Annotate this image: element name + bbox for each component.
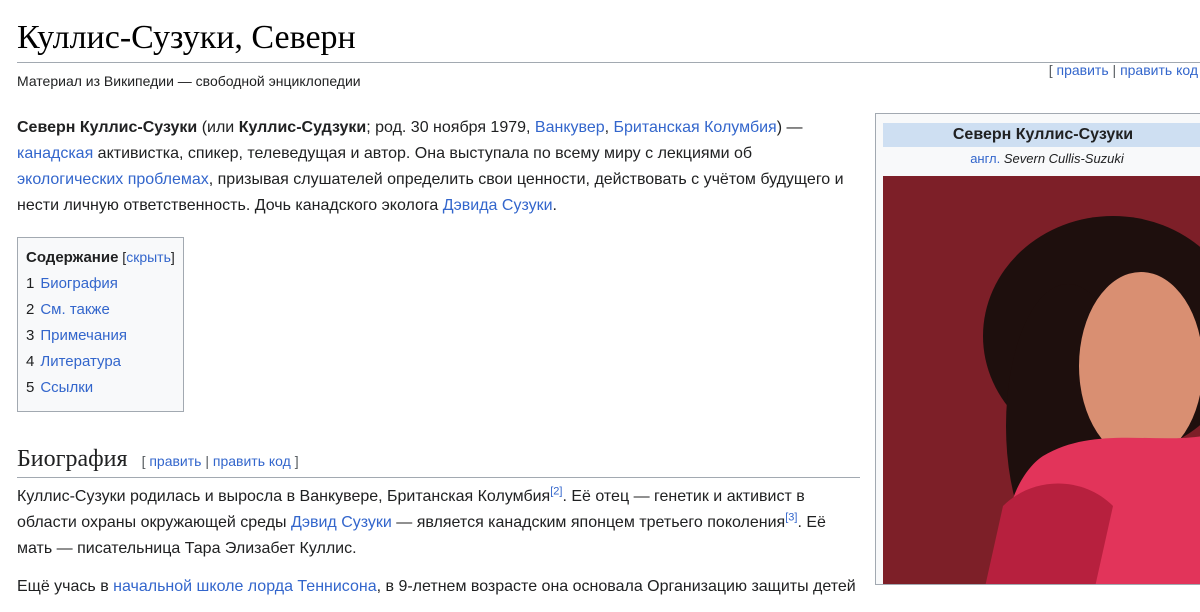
article-content: Северн Куллис-Сузуки (или Куллис-Судзуки… [17,115,860,612]
link-canadian[interactable]: канадская [17,145,93,162]
photo-face [1079,272,1200,460]
section-edit-links: [ править | править код ] [141,453,299,469]
subject-alt-name: Куллис-Судзуки [238,119,367,136]
lead-paragraph: Северн Куллис-Сузуки (или Куллис-Судзуки… [17,119,844,214]
toc-link-biography[interactable]: Биография [40,275,118,292]
infobox: Северн Куллис-Сузуки англ. Severn Cullis… [875,113,1200,585]
page-edit-links: [ править | править код [1048,62,1198,78]
toc-item[interactable]: 3 Примечания [26,323,175,349]
toc-hide-link[interactable]: скрыть [126,249,171,265]
toc-item[interactable]: 5 Ссылки [26,375,175,401]
section-edit-link[interactable]: править [149,453,201,469]
table-of-contents: Содержание [скрыть] 1 Биография 2 См. такж… [17,237,184,412]
subject-name: Северн Куллис-Сузуки [17,119,198,136]
link-english-language[interactable]: англ. [970,151,1000,166]
toc-link-links[interactable]: Ссылки [40,379,93,396]
section-edit-code-link[interactable]: править код [213,453,291,469]
toc-heading: Содержание [26,249,119,266]
page-edit-link[interactable]: править [1057,62,1109,78]
toc-item[interactable]: 2 См. также [26,297,175,323]
infobox-photo[interactable] [883,176,1200,584]
section-heading-biography: Биография[ править | править код ] [17,444,860,479]
toc-header: Содержание [скрыть] [26,249,175,266]
page-edit-code-link[interactable]: править код [1120,62,1198,78]
portrait-photo [883,176,1200,584]
footnote-ref-3[interactable]: [3] [785,512,797,524]
footnote-ref-2[interactable]: [2] [550,486,562,498]
toc-item[interactable]: 1 Биография [26,271,175,297]
infobox-subtitle: англ. Severn Cullis-Suzuki [970,151,1124,166]
site-tagline: Материал из Википедии — свободной энцикл… [17,73,361,89]
page-title: Куллис-Сузуки, Северн [17,19,356,56]
link-vancouver[interactable]: Ванкувер [535,119,605,136]
biography-paragraph-1: Куллис-Сузуки родилась и выросла в Ванку… [17,485,826,558]
biography-paragraph-2: Ещё учась в начальной школе лорда Теннис… [17,578,856,596]
link-david-suzuki-2[interactable]: Дэвид Сузуки [291,514,392,531]
link-lord-tennyson-school[interactable]: начальной школе лорда Теннисона [113,578,376,595]
toc-link-see-also[interactable]: См. также [40,301,109,318]
link-david-suzuki[interactable]: Дэвида Сузуки [443,197,553,214]
link-british-columbia[interactable]: Британская Колумбия [614,119,777,136]
toc-link-literature[interactable]: Литература [40,353,121,370]
toc-link-notes[interactable]: Примечания [40,327,127,344]
link-environmental-problems[interactable]: экологических проблемах [17,171,209,188]
infobox-title: Северн Куллис-Сузуки [883,123,1200,147]
toc-item[interactable]: 4 Литература [26,349,175,375]
title-divider [17,62,1200,63]
